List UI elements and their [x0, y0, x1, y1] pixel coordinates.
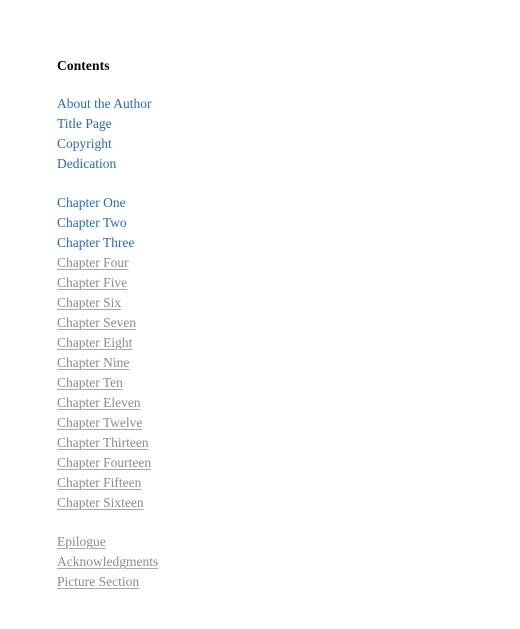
toc-entry-chapter-one[interactable]: Chapter One [57, 193, 126, 213]
page-title: Contents [57, 58, 110, 73]
toc-entry-chapter-fifteen[interactable]: Chapter Fifteen [57, 473, 141, 493]
toc-entry-copyright[interactable]: Copyright [57, 134, 112, 154]
toc-entry-chapter-nine[interactable]: Chapter Nine [57, 353, 129, 373]
toc-entry-chapter-four[interactable]: Chapter Four [57, 253, 129, 273]
toc-entry-chapter-six[interactable]: Chapter Six [57, 293, 121, 313]
toc-entry-chapter-fourteen[interactable]: Chapter Fourteen [57, 453, 151, 473]
toc-entry-dedication[interactable]: Dedication [57, 154, 116, 174]
toc-entry-chapter-eight[interactable]: Chapter Eight [57, 333, 132, 353]
toc-entry-chapter-thirteen[interactable]: Chapter Thirteen [57, 433, 149, 453]
toc-entry-chapter-ten[interactable]: Chapter Ten [57, 373, 123, 393]
toc-entry-picture-section[interactable]: Picture Section [57, 572, 139, 592]
table-of-contents-page: Contents About the Author Title Page Copyr… [0, 0, 520, 629]
toc-entry-title-page[interactable]: Title Page [57, 114, 112, 134]
toc-entry-chapter-two[interactable]: Chapter Two [57, 213, 127, 233]
toc-entry-chapter-twelve[interactable]: Chapter Twelve [57, 413, 142, 433]
toc-entry-chapter-three[interactable]: Chapter Three [57, 233, 134, 253]
table-of-contents-content: Contents About the Author Title Page Copyr… [57, 57, 477, 592]
toc-group-back-matter: Epilogue Acknowledgments Picture Section [57, 532, 477, 592]
toc-entry-epilogue[interactable]: Epilogue [57, 532, 106, 552]
toc-group-front-matter: About the Author Title Page Copyright Dedic… [57, 94, 477, 174]
toc-entry-chapter-eleven[interactable]: Chapter Eleven [57, 393, 141, 413]
toc-entry-chapter-sixteen[interactable]: Chapter Sixteen [57, 493, 144, 513]
toc-entry-chapter-seven[interactable]: Chapter Seven [57, 313, 136, 333]
toc-group-chapters: Chapter One Chapter Two Chapter Three Chapt… [57, 193, 477, 513]
toc-entry-acknowledgments[interactable]: Acknowledgments [57, 552, 158, 572]
toc-entry-chapter-five[interactable]: Chapter Five [57, 273, 127, 293]
toc-entry-about-the-author[interactable]: About the Author [57, 94, 152, 114]
